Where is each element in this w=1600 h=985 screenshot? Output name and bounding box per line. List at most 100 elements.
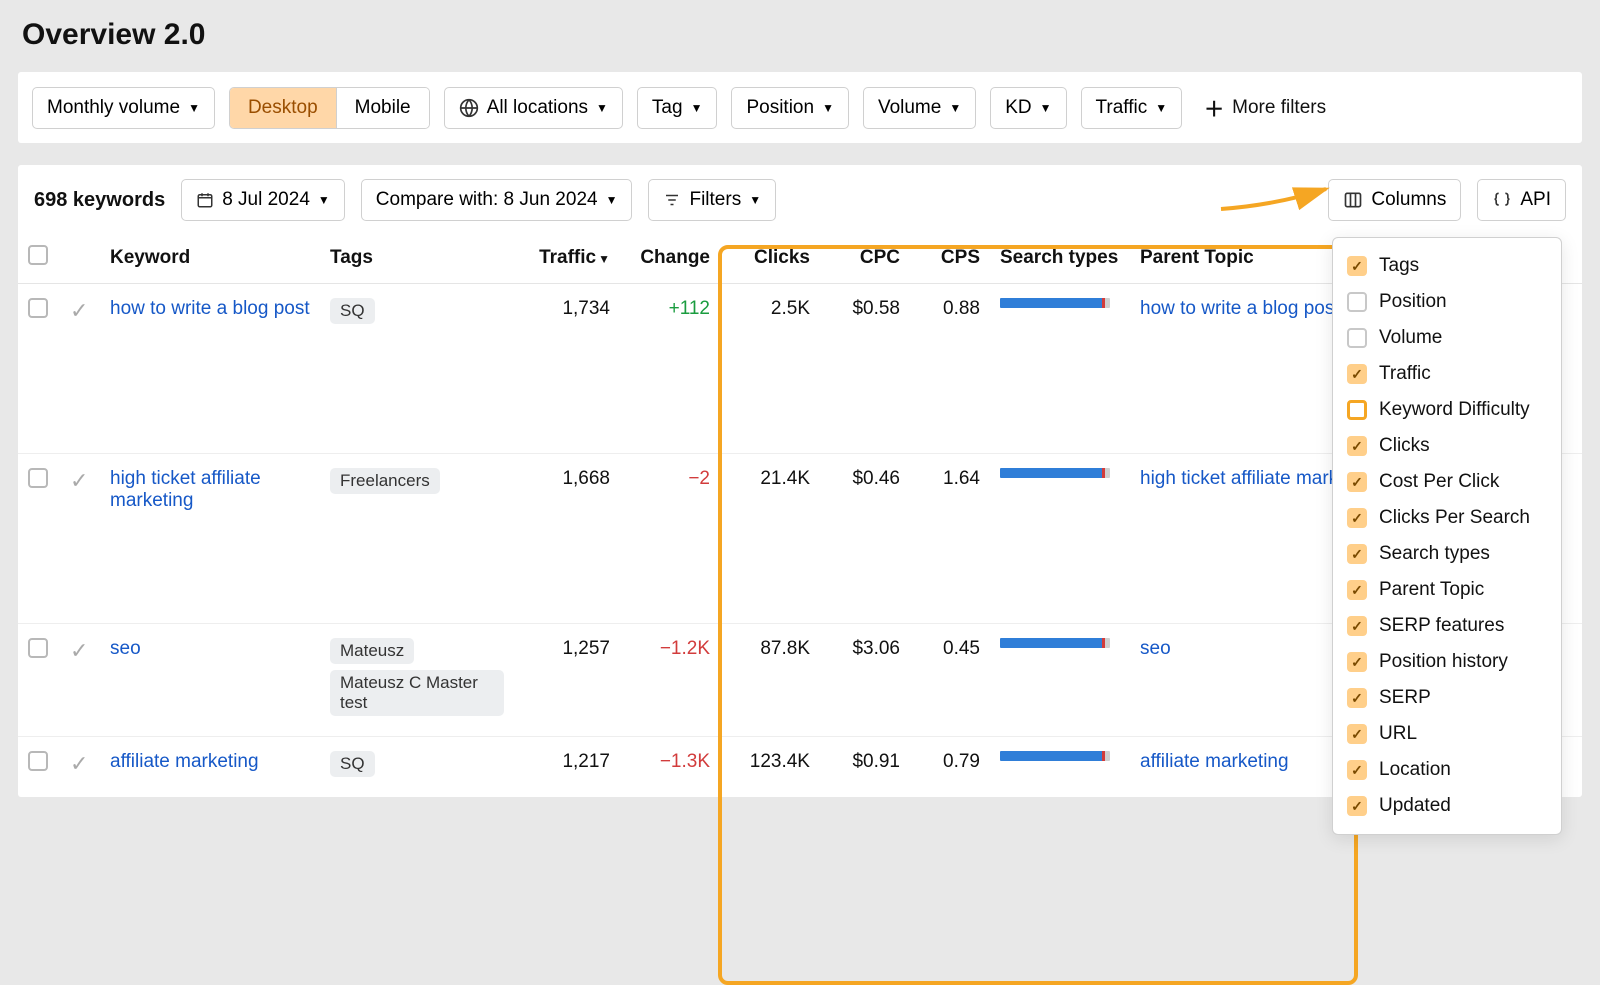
keyword-panel: 698 keywords 8 Jul 2024 ▼ Compare with: … — [18, 165, 1582, 797]
date-label: 8 Jul 2024 — [222, 189, 310, 211]
column-toggle[interactable]: ✓Cost Per Click — [1345, 464, 1549, 500]
column-toggle[interactable]: ✓Tags — [1345, 248, 1549, 284]
cpc-value: $3.06 — [820, 624, 910, 737]
column-toggle[interactable]: ✓Traffic — [1345, 356, 1549, 392]
select-all-checkbox[interactable] — [28, 245, 48, 265]
position-label: Position — [746, 97, 814, 119]
header-clicks[interactable]: Clicks — [720, 233, 820, 284]
header-traffic[interactable]: Traffic▼ — [520, 233, 620, 284]
header-search-types[interactable]: Search types — [990, 233, 1130, 284]
filter-icon — [663, 191, 681, 209]
tag-label: Tag — [652, 97, 683, 119]
caret-down-icon: ▼ — [822, 102, 834, 114]
header-tags[interactable]: Tags — [320, 233, 520, 284]
checkbox-icon: ✓ — [1347, 616, 1367, 636]
tag-pill[interactable]: SQ — [330, 298, 375, 324]
monthly-volume-label: Monthly volume — [47, 97, 180, 119]
filter-bar: Monthly volume ▼ Desktop Mobile All loca… — [18, 72, 1582, 143]
row-checkbox[interactable] — [28, 638, 48, 658]
api-button[interactable]: API — [1477, 179, 1566, 221]
column-toggle[interactable]: Keyword Difficulty — [1345, 392, 1549, 428]
page-title: Overview 2.0 — [22, 18, 1582, 52]
keyword-link[interactable]: affiliate marketing — [110, 751, 259, 772]
tag-pill[interactable]: SQ — [330, 751, 375, 777]
filters-dropdown[interactable]: Filters ▼ — [648, 179, 776, 221]
column-toggle[interactable]: ✓Updated — [1345, 788, 1549, 824]
check-icon: ✓ — [70, 468, 88, 493]
tag-pill[interactable]: Mateusz — [330, 638, 414, 664]
tag-dropdown[interactable]: Tag ▼ — [637, 87, 718, 129]
plus-icon: ＋ — [1204, 93, 1224, 122]
parent-topic-link[interactable]: seo — [1140, 638, 1171, 659]
parent-topic-link[interactable]: how to write a blog post — [1140, 298, 1340, 319]
checkbox-icon: ✓ — [1347, 544, 1367, 564]
traffic-value: 1,734 — [520, 284, 620, 454]
tag-pill[interactable]: Freelancers — [330, 468, 440, 494]
caret-down-icon: ▼ — [596, 102, 608, 114]
date-picker-button[interactable]: 8 Jul 2024 ▼ — [181, 179, 345, 221]
traffic-value: 1,257 — [520, 624, 620, 737]
kd-label: KD — [1005, 97, 1031, 119]
more-filters-button[interactable]: ＋ More filters — [1196, 84, 1334, 131]
column-toggle[interactable]: ✓Clicks Per Search — [1345, 500, 1549, 536]
compare-label: Compare with: 8 Jun 2024 — [376, 189, 598, 211]
compare-dropdown[interactable]: Compare with: 8 Jun 2024 ▼ — [361, 179, 633, 221]
clicks-value: 87.8K — [720, 624, 820, 737]
keyword-link[interactable]: high ticket affiliate marketing — [110, 468, 261, 511]
calendar-icon — [196, 191, 214, 209]
column-label: Updated — [1379, 795, 1451, 817]
column-toggle[interactable]: ✓URL — [1345, 716, 1549, 752]
cps-value: 0.45 — [910, 624, 990, 737]
volume-dropdown[interactable]: Volume ▼ — [863, 87, 976, 129]
keyword-link[interactable]: how to write a blog post — [110, 298, 310, 319]
column-toggle[interactable]: ✓Search types — [1345, 536, 1549, 572]
device-mobile-button[interactable]: Mobile — [336, 88, 429, 128]
column-toggle[interactable]: Position — [1345, 284, 1549, 320]
column-toggle[interactable]: ✓Clicks — [1345, 428, 1549, 464]
sort-desc-icon: ▼ — [598, 252, 610, 266]
column-toggle[interactable]: ✓SERP — [1345, 680, 1549, 716]
monthly-volume-dropdown[interactable]: Monthly volume ▼ — [32, 87, 215, 129]
kd-dropdown[interactable]: KD ▼ — [990, 87, 1066, 129]
column-toggle[interactable]: ✓Location — [1345, 752, 1549, 788]
column-toggle[interactable]: Volume — [1345, 320, 1549, 356]
checkbox-icon — [1347, 292, 1367, 312]
traffic-dropdown[interactable]: Traffic ▼ — [1081, 87, 1183, 129]
header-cps[interactable]: CPS — [910, 233, 990, 284]
keyword-link[interactable]: seo — [110, 638, 141, 659]
column-label: SERP — [1379, 687, 1431, 709]
caret-down-icon: ▼ — [691, 102, 703, 114]
caret-down-icon: ▼ — [1155, 102, 1167, 114]
caret-down-icon: ▼ — [1040, 102, 1052, 114]
position-dropdown[interactable]: Position ▼ — [731, 87, 849, 129]
search-types-bar — [1000, 468, 1110, 478]
column-toggle[interactable]: ✓Parent Topic — [1345, 572, 1549, 608]
column-label: Parent Topic — [1379, 579, 1484, 601]
traffic-label: Traffic — [1096, 97, 1148, 119]
checkbox-icon — [1347, 328, 1367, 348]
caret-down-icon: ▼ — [749, 194, 761, 206]
device-desktop-button[interactable]: Desktop — [230, 88, 336, 128]
row-checkbox[interactable] — [28, 298, 48, 318]
search-types-bar — [1000, 638, 1110, 648]
header-keyword[interactable]: Keyword — [100, 233, 320, 284]
parent-topic-link[interactable]: affiliate marketing — [1140, 751, 1289, 772]
api-label: API — [1520, 189, 1551, 211]
columns-label: Columns — [1371, 189, 1446, 211]
row-checkbox[interactable] — [28, 468, 48, 488]
tag-pill[interactable]: Mateusz C Master test — [330, 670, 504, 716]
traffic-value: 1,217 — [520, 737, 620, 798]
header-change[interactable]: Change — [620, 233, 720, 284]
change-value: −1.3K — [620, 737, 720, 798]
columns-icon — [1343, 190, 1363, 210]
column-toggle[interactable]: ✓Position history — [1345, 644, 1549, 680]
header-cpc[interactable]: CPC — [820, 233, 910, 284]
columns-button[interactable]: Columns — [1328, 179, 1461, 221]
traffic-value: 1,668 — [520, 454, 620, 624]
checkbox-icon: ✓ — [1347, 364, 1367, 384]
locations-dropdown[interactable]: All locations ▼ — [444, 87, 623, 129]
row-checkbox[interactable] — [28, 751, 48, 771]
column-label: Cost Per Click — [1379, 471, 1499, 493]
column-toggle[interactable]: ✓SERP features — [1345, 608, 1549, 644]
volume-label: Volume — [878, 97, 941, 119]
